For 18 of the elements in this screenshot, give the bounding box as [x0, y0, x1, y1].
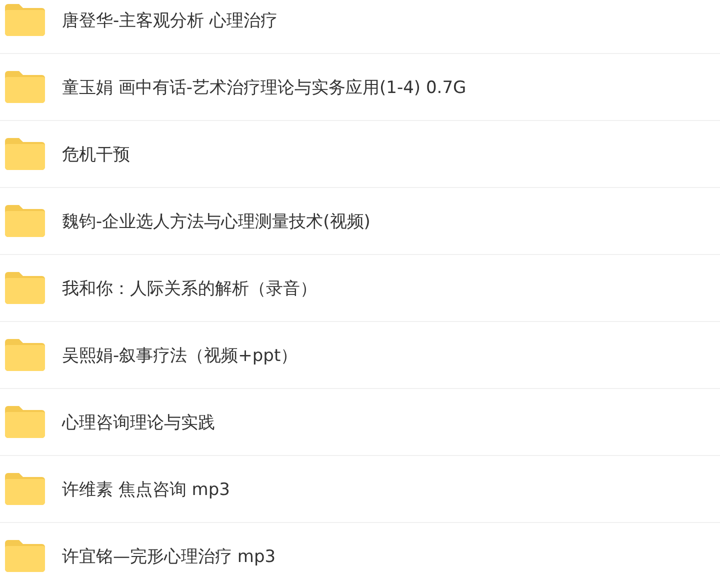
- folder-name[interactable]: 童玉娟 画中有话-艺术治疗理论与实务应用(1-4) 0.7G: [62, 76, 466, 98]
- folder-icon: [5, 406, 45, 438]
- folder-icon: [5, 473, 45, 505]
- folder-icon: [5, 540, 45, 572]
- folder-name[interactable]: 许维素 焦点咨询 mp3: [62, 478, 230, 500]
- folder-name[interactable]: 危机干预: [62, 142, 130, 166]
- folder-icon: [5, 205, 45, 237]
- folder-name[interactable]: 心理咨询理论与实践: [62, 410, 215, 434]
- folder-name[interactable]: 唐登华-主客观分析 心理治疗: [62, 8, 278, 32]
- folder-name[interactable]: 我和你：人际关系的解析（录音）: [62, 276, 317, 300]
- folder-icon: [5, 272, 45, 304]
- folder-name[interactable]: 吴熙娟-叙事疗法（视频+ppt）: [62, 344, 298, 366]
- folder-name[interactable]: 许宜铭—完形心理治疗 mp3: [62, 544, 276, 568]
- folder-name[interactable]: 魏钧-企业选人方法与心理测量技术(视频): [62, 210, 370, 232]
- folder-icon: [5, 138, 45, 170]
- folder-icon: [5, 71, 45, 103]
- folder-icon: [5, 339, 45, 371]
- folder-icon: [5, 4, 45, 36]
